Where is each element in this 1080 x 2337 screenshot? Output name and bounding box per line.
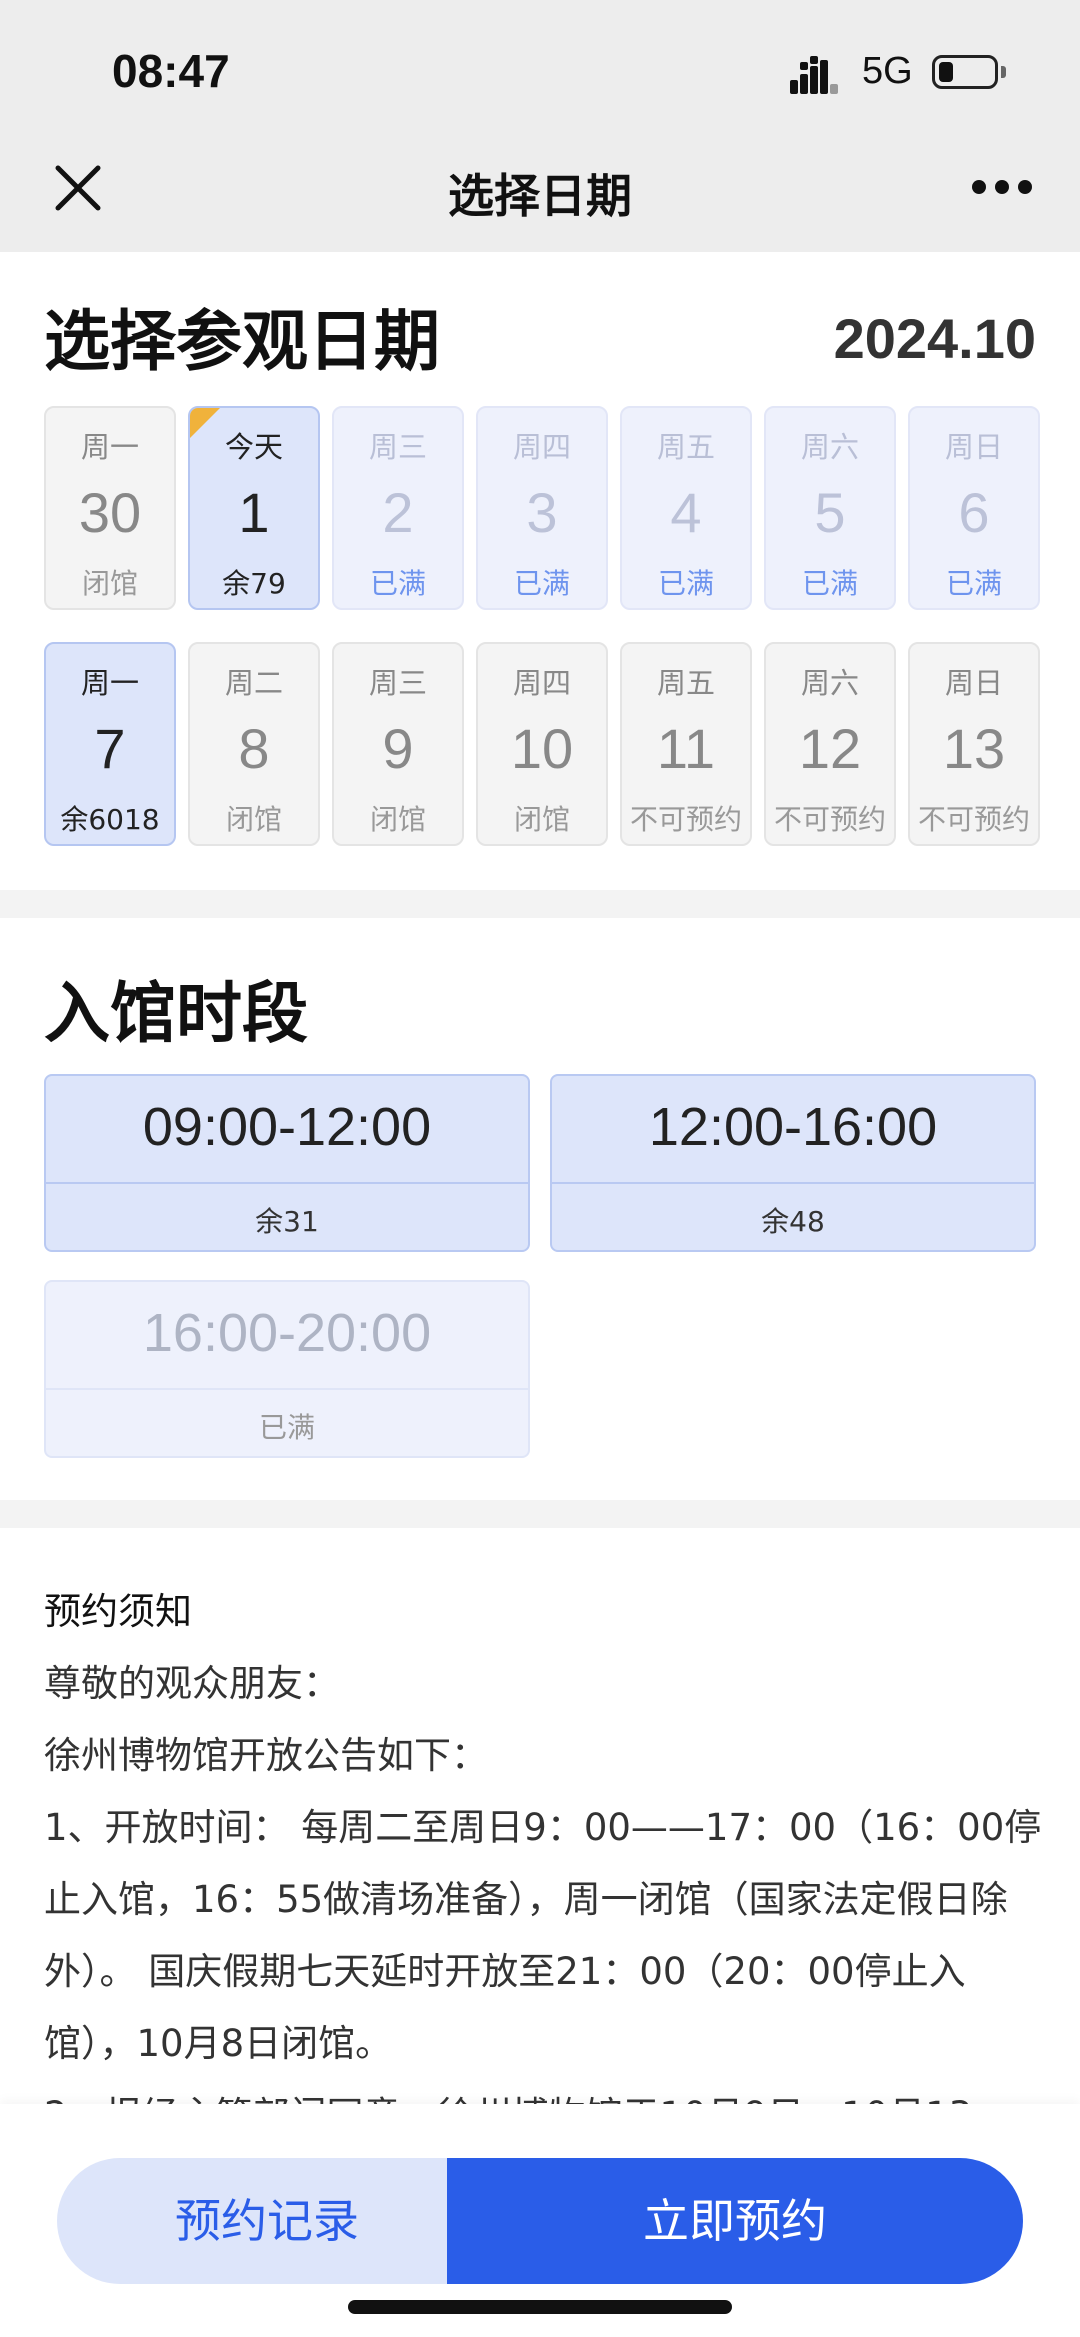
date-status: 已满 <box>657 567 714 600</box>
slot-divider <box>552 1182 1034 1184</box>
booking-records-button[interactable]: 预约记录 <box>57 2158 477 2284</box>
notice-line: 1、开放时间： 每周二至周日9：00——17：00（16：00停止入馆，16：5… <box>44 1806 1042 2065</box>
date-number: 11 <box>656 717 716 780</box>
date-status: 余79 <box>222 567 286 600</box>
slot-remaining: 已满 <box>258 1411 315 1444</box>
date-cell[interactable]: 周四 3 已满 <box>476 406 608 610</box>
network-label: 5G <box>862 50 913 92</box>
time-slot[interactable]: 16:00-20:00 已满 <box>44 1280 530 1458</box>
slot-section-title: 入馆时段 <box>44 975 308 1052</box>
date-number: 10 <box>510 717 574 780</box>
date-number: 8 <box>238 717 270 780</box>
date-cell[interactable]: 周四 10 闭馆 <box>476 642 608 846</box>
date-cell[interactable]: 周一 30 闭馆 <box>44 406 176 610</box>
date-status: 不可预约 <box>917 803 1030 836</box>
date-status: 闭馆 <box>81 567 138 600</box>
slot-divider <box>46 1182 528 1184</box>
date-status: 已满 <box>945 567 1002 600</box>
date-weekday: 周五 <box>656 430 715 464</box>
date-weekday: 周一 <box>80 666 139 700</box>
signal-icon <box>790 56 838 94</box>
battery-icon <box>932 55 998 89</box>
date-cell[interactable]: 今天 1 余79 <box>188 406 320 610</box>
date-weekday: 周三 <box>368 430 427 464</box>
date-number: 2 <box>382 481 414 544</box>
date-status: 已满 <box>801 567 858 600</box>
more-dots-icon[interactable] <box>972 180 1032 200</box>
date-cell[interactable]: 周二 8 闭馆 <box>188 642 320 846</box>
date-number: 12 <box>798 717 862 780</box>
date-weekday: 周日 <box>944 666 1003 700</box>
battery-tip <box>1001 66 1006 78</box>
time-slot[interactable]: 09:00-12:00 余31 <box>44 1074 530 1252</box>
section-divider <box>0 1500 1080 1528</box>
date-weekday: 周四 <box>512 430 571 464</box>
date-cell[interactable]: 周日 6 已满 <box>908 406 1040 610</box>
date-weekday: 周三 <box>368 666 427 700</box>
date-section-title: 选择参观日期 <box>44 303 440 380</box>
date-weekday: 周日 <box>944 430 1003 464</box>
date-cell[interactable]: 周一 7 余6018 <box>44 642 176 846</box>
date-status: 闭馆 <box>225 803 282 836</box>
month-label: 2024.10 <box>833 307 1036 370</box>
date-status: 已满 <box>513 567 570 600</box>
date-number: 13 <box>942 717 1006 780</box>
date-status: 闭馆 <box>369 803 426 836</box>
date-cell[interactable]: 周日 13 不可预约 <box>908 642 1040 846</box>
date-number: 3 <box>526 481 558 544</box>
date-number: 1 <box>238 481 270 544</box>
notice-line: 尊敬的观众朋友： <box>44 1662 340 1705</box>
home-indicator <box>348 2300 732 2314</box>
date-number: 9 <box>382 717 414 780</box>
date-weekday: 周一 <box>80 430 139 464</box>
date-number: 30 <box>78 481 142 544</box>
status-time: 08:47 <box>112 45 230 97</box>
date-weekday: 周六 <box>800 666 859 700</box>
notice-title: 预约须知 <box>44 1590 192 1633</box>
date-status: 余6018 <box>60 803 160 836</box>
book-now-button[interactable]: 立即预约 <box>447 2158 1023 2284</box>
date-weekday: 周二 <box>224 666 283 700</box>
date-number: 4 <box>670 481 702 544</box>
date-cell[interactable]: 周三 2 已满 <box>332 406 464 610</box>
date-number: 7 <box>94 717 126 780</box>
date-status: 已满 <box>369 567 426 600</box>
date-number: 6 <box>958 481 990 544</box>
slot-time: 09:00-12:00 <box>142 1097 432 1157</box>
slot-time: 12:00-16:00 <box>648 1097 938 1157</box>
slot-time: 16:00-20:00 <box>142 1303 432 1363</box>
time-slot[interactable]: 12:00-16:00 余48 <box>550 1074 1036 1252</box>
date-weekday: 周六 <box>800 430 859 464</box>
section-divider <box>0 890 1080 918</box>
notice-line: 徐州博物馆开放公告如下： <box>44 1734 488 1777</box>
notice: 预约须知 尊敬的观众朋友： 徐州博物馆开放公告如下： 1、开放时间： 每周二至周… <box>44 1576 1044 2152</box>
date-status: 不可预约 <box>629 803 742 836</box>
date-cell[interactable]: 周五 11 不可预约 <box>620 642 752 846</box>
date-weekday: 周四 <box>512 666 571 700</box>
page-title: 选择日期 <box>448 169 632 223</box>
date-weekday: 今天 <box>224 430 283 464</box>
date-cell[interactable]: 周三 9 闭馆 <box>332 642 464 846</box>
date-weekday: 周五 <box>656 666 715 700</box>
slot-divider <box>46 1388 528 1390</box>
date-cell[interactable]: 周六 12 不可预约 <box>764 642 896 846</box>
date-number: 5 <box>814 481 846 544</box>
slot-remaining: 余31 <box>255 1205 319 1238</box>
date-status: 不可预约 <box>773 803 886 836</box>
date-status: 闭馆 <box>513 803 570 836</box>
slot-remaining: 余48 <box>761 1205 825 1238</box>
date-cell[interactable]: 周五 4 已满 <box>620 406 752 610</box>
date-cell[interactable]: 周六 5 已满 <box>764 406 896 610</box>
